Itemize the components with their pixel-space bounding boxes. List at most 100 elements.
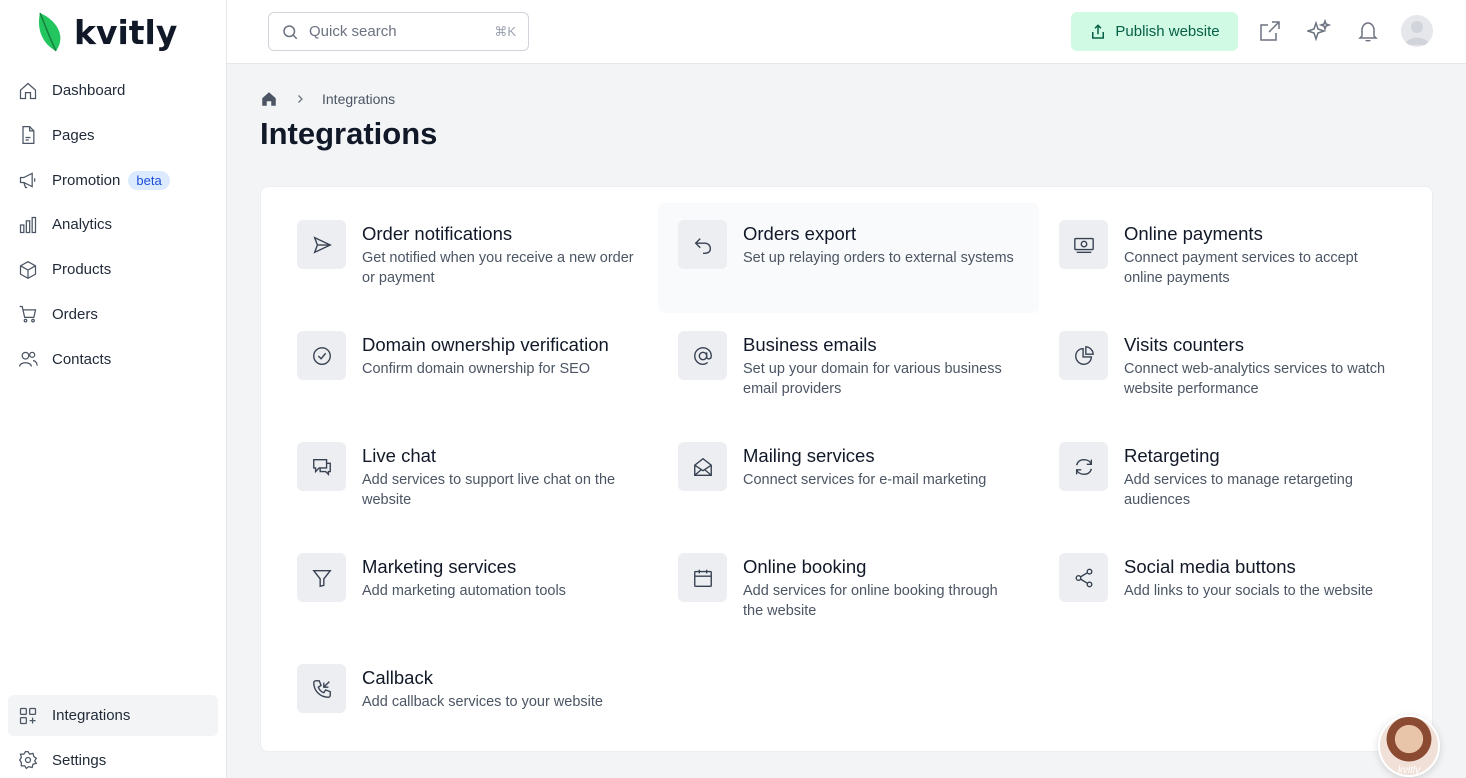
integration-desc: Add services to support live chat on the… [362, 472, 616, 508]
cart-icon [19, 306, 37, 324]
bar-chart-icon [19, 216, 37, 234]
sidebar-item-dashboard[interactable]: Dashboard [8, 70, 218, 111]
kvitly-logo[interactable]: kvitly [36, 10, 177, 54]
at-sign-icon-box [678, 331, 727, 380]
breadcrumb-current: Integrations [322, 91, 396, 107]
home-icon[interactable] [260, 90, 278, 108]
integration-title: Visits counters [1124, 334, 1244, 355]
integration-marketing-services[interactable]: Marketing services Add marketing automat… [277, 536, 658, 646]
sidebar-item-label: Promotion [52, 171, 121, 189]
integration-title: Social media buttons [1124, 556, 1296, 577]
sidebar-item-pages[interactable]: Pages [8, 115, 218, 156]
check-circle-icon-box [297, 331, 346, 380]
integration-visits-counters[interactable]: Visits counters Connect web-analytics se… [1039, 314, 1420, 424]
integration-retargeting[interactable]: Retargeting Add services to manage retar… [1039, 425, 1420, 535]
document-icon [22, 126, 35, 145]
support-chat-avatar[interactable]: kvitly [1378, 715, 1440, 777]
publish-website-button[interactable]: Publish website [1071, 12, 1238, 51]
sidebar-item-analytics[interactable]: Analytics [8, 204, 218, 245]
integration-title: Callback [362, 667, 433, 688]
integration-desc: Set up relaying orders to external syste… [743, 250, 1014, 266]
chat-bubbles-icon-box [297, 442, 346, 491]
integration-domain-verification[interactable]: Domain ownership verification Confirm do… [277, 314, 658, 424]
grid-plus-icon [19, 707, 37, 724]
sidebar-item-settings[interactable]: Settings [8, 740, 218, 778]
quick-search[interactable]: ⌘K [268, 12, 529, 51]
beta-badge: beta [128, 170, 170, 190]
integration-desc: Add links to your socials to the website [1124, 583, 1374, 599]
integration-mailing-services[interactable]: Mailing services Connect services for e-… [658, 425, 1039, 535]
integration-online-booking[interactable]: Online booking Add services for online b… [658, 536, 1039, 646]
calendar-icon [693, 569, 712, 587]
sidebar-item-orders[interactable]: Orders [8, 294, 218, 335]
page-title: Integrations [260, 116, 438, 151]
integration-title: Order notifications [362, 223, 513, 244]
sidebar-item-label: Analytics [52, 216, 113, 234]
search-icon [283, 24, 298, 39]
share-icon-box [1059, 553, 1108, 602]
integration-orders-export[interactable]: Orders export Set up relaying orders to … [658, 203, 1039, 313]
home-icon [19, 82, 37, 99]
sidebar-item-integrations[interactable]: Integrations [8, 695, 218, 736]
sidebar-item-label: Orders [52, 305, 98, 323]
external-link-icon[interactable] [1258, 19, 1282, 43]
gear-icon [18, 751, 38, 770]
brand-name: kvitly [74, 12, 178, 52]
integration-business-emails[interactable]: Business emails Set up your domain for v… [658, 314, 1039, 424]
sparkles-icon[interactable] [1307, 19, 1331, 43]
integration-title: Online payments [1124, 223, 1263, 244]
upload-cloud-icon [1092, 23, 1105, 39]
user-avatar[interactable] [1401, 15, 1433, 47]
reply-arrow-icon-box [678, 220, 727, 269]
envelope-open-icon [693, 457, 712, 476]
integration-live-chat[interactable]: Live chat Add services to support live c… [277, 425, 658, 535]
integration-desc: Add services for online booking through … [743, 583, 998, 619]
integration-desc: Add marketing automation tools [362, 583, 566, 599]
integration-order-notifications[interactable]: Order notifications Get notified when yo… [277, 203, 658, 313]
send-icon-box [297, 220, 346, 269]
integration-title: Business emails [743, 334, 877, 355]
pie-chart-icon-box [1059, 331, 1108, 380]
integration-desc: Add callback services to your website [362, 694, 603, 710]
refresh-icon-box [1059, 442, 1108, 491]
integration-social-media-buttons[interactable]: Social media buttons Add links to your s… [1039, 536, 1420, 646]
bell-icon[interactable] [1356, 19, 1380, 43]
sidebar-item-label: Integrations [52, 707, 131, 724]
integration-desc: Connect services for e-mail marketing [743, 472, 987, 488]
sidebar-item-label: Settings [52, 751, 107, 769]
funnel-icon-box [297, 553, 346, 602]
banknote-icon [1073, 237, 1094, 253]
users-icon [19, 351, 38, 367]
integration-desc: Set up your domain for various business … [743, 361, 1002, 397]
integration-desc: Get notified when you receive a new orde… [362, 250, 634, 286]
search-shortcut: ⌘K [494, 23, 516, 39]
chat-widget-label: kvitly [1397, 765, 1421, 776]
sidebar-nav: Dashboard Pages Promotion beta Analytics… [8, 70, 218, 384]
integration-title: Retargeting [1124, 445, 1220, 466]
user-icon [1405, 21, 1429, 45]
chat-bubbles-icon [312, 458, 331, 476]
sidebar-item-label: Contacts [52, 350, 112, 368]
sidebar-item-label: Pages [52, 126, 95, 144]
integration-callback[interactable]: Callback Add callback services to your w… [277, 647, 658, 757]
integration-title: Live chat [362, 445, 437, 466]
phone-callback-icon-box [297, 664, 346, 713]
integration-title: Mailing services [743, 445, 875, 466]
integration-desc: Add services to manage retargeting audie… [1124, 472, 1353, 508]
chevron-right-icon [298, 95, 303, 103]
banknote-icon-box [1059, 220, 1108, 269]
search-input[interactable] [309, 23, 479, 40]
sidebar-item-products[interactable]: Products [8, 249, 218, 290]
integration-title: Online booking [743, 556, 867, 577]
integrations-card: Order notifications Get notified when yo… [260, 186, 1433, 752]
reply-arrow-icon [694, 237, 711, 254]
integration-title: Marketing services [362, 556, 517, 577]
refresh-icon [1075, 458, 1092, 475]
check-circle-icon [312, 346, 331, 365]
sidebar-item-contacts[interactable]: Contacts [8, 339, 218, 380]
sidebar-item-promotion[interactable]: Promotion beta [8, 160, 218, 201]
pie-chart-icon [1074, 345, 1094, 365]
integration-online-payments[interactable]: Online payments Connect payment services… [1039, 203, 1420, 313]
sidebar-item-label: Products [52, 261, 112, 279]
integration-title: Domain ownership verification [362, 334, 609, 355]
